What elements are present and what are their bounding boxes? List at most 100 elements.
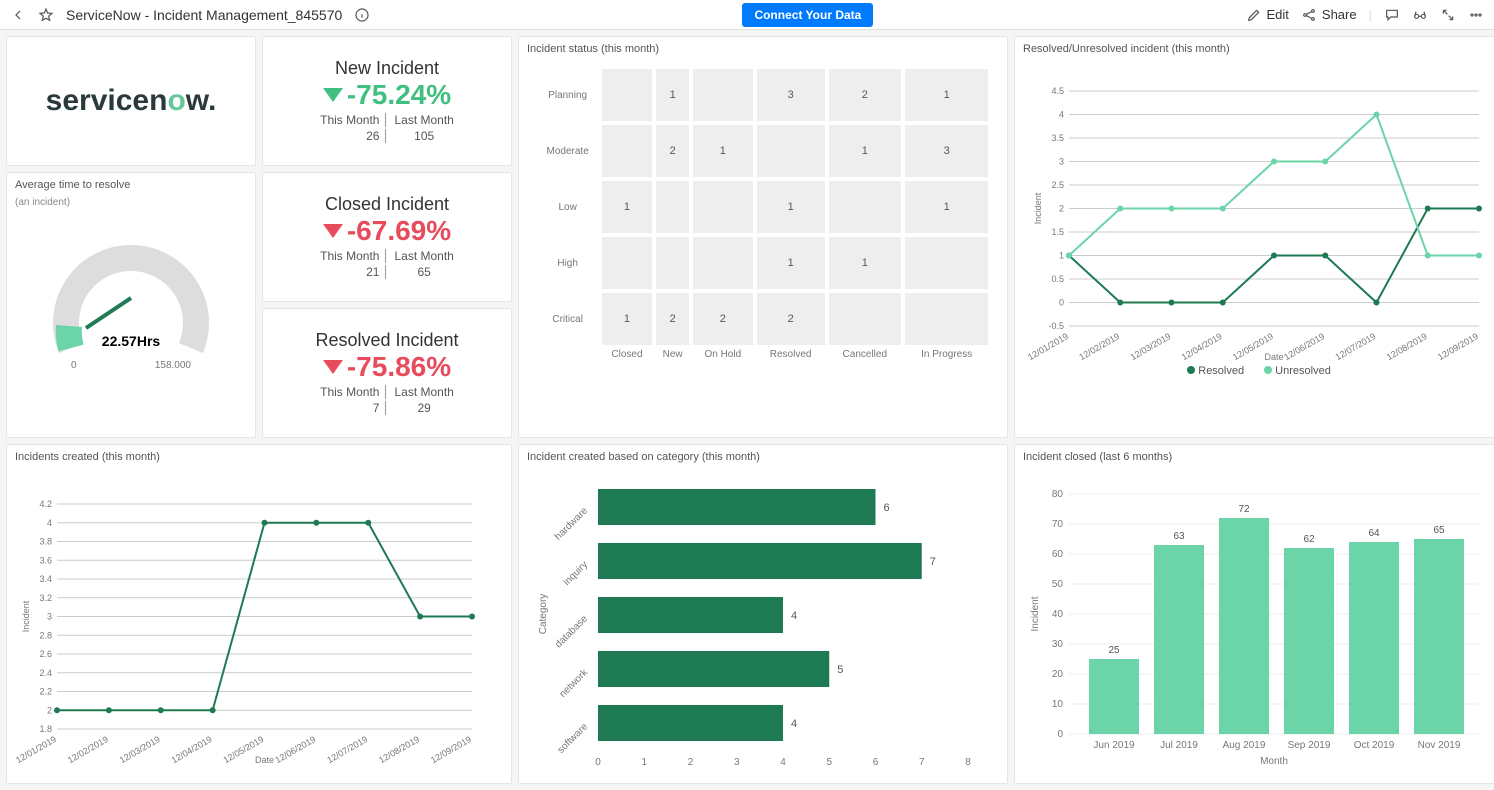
svg-text:7: 7 xyxy=(919,757,925,768)
more-button[interactable] xyxy=(1468,7,1484,23)
svg-text:5: 5 xyxy=(837,664,843,676)
svg-text:12/01/2019: 12/01/2019 xyxy=(1026,331,1070,361)
svg-text:Date: Date xyxy=(1264,352,1283,361)
svg-text:50: 50 xyxy=(1052,579,1064,590)
category-bar-card[interactable]: Incident created based on category (this… xyxy=(518,444,1008,784)
star-button[interactable] xyxy=(38,7,54,23)
svg-text:12/04/2019: 12/04/2019 xyxy=(170,734,214,765)
card-title: Incident created based on category (this… xyxy=(519,445,1007,469)
svg-text:22.57Hrs: 22.57Hrs xyxy=(102,333,161,349)
svg-text:software: software xyxy=(556,721,591,756)
svg-text:Aug 2019: Aug 2019 xyxy=(1223,740,1266,751)
svg-text:3.2: 3.2 xyxy=(39,593,52,603)
svg-text:Jun 2019: Jun 2019 xyxy=(1093,740,1135,751)
card-subtitle: (an incident) xyxy=(7,197,255,208)
svg-text:1: 1 xyxy=(1059,251,1064,261)
svg-text:12/08/2019: 12/08/2019 xyxy=(1385,331,1429,361)
svg-text:5: 5 xyxy=(826,757,832,768)
comment-button[interactable] xyxy=(1384,7,1400,23)
svg-text:-0.5: -0.5 xyxy=(1048,321,1064,331)
svg-text:0: 0 xyxy=(1057,729,1063,740)
svg-text:Sep 2019: Sep 2019 xyxy=(1288,740,1331,751)
closed-bar-card[interactable]: Incident closed (last 6 months) 01020304… xyxy=(1014,444,1494,784)
card-title: Average time to resolve xyxy=(7,173,255,197)
kpi-label: New Incident xyxy=(335,58,439,79)
svg-text:4: 4 xyxy=(791,610,797,622)
svg-text:64: 64 xyxy=(1368,528,1380,539)
svg-text:80: 80 xyxy=(1052,489,1064,500)
svg-text:10: 10 xyxy=(1052,699,1064,710)
svg-text:Month: Month xyxy=(1260,756,1288,767)
svg-text:40: 40 xyxy=(1052,609,1064,620)
svg-text:1: 1 xyxy=(641,757,647,768)
card-title: Incident status (this month) xyxy=(519,37,1007,61)
legend: Resolved Unresolved xyxy=(1015,361,1494,377)
svg-text:4: 4 xyxy=(780,757,786,768)
svg-text:Jul 2019: Jul 2019 xyxy=(1160,740,1198,751)
share-label: Share xyxy=(1322,7,1357,22)
svg-text:70: 70 xyxy=(1052,519,1064,530)
kpi-value: -75.24% xyxy=(323,79,451,111)
svg-text:Date: Date xyxy=(255,755,274,765)
kpi-subtable: This MonthLast Month26105 xyxy=(312,111,462,145)
svg-text:3.4: 3.4 xyxy=(39,574,52,584)
svg-text:3.8: 3.8 xyxy=(39,537,52,547)
heatmap-card[interactable]: Incident status (this month) Planning132… xyxy=(518,36,1008,438)
svg-text:2.4: 2.4 xyxy=(39,668,52,678)
kpi-new-incident[interactable]: New Incident -75.24% This MonthLast Mont… xyxy=(262,36,512,166)
kpi-closed-incident[interactable]: Closed Incident -67.69% This MonthLast M… xyxy=(262,172,512,302)
arrow-left-icon xyxy=(10,7,26,23)
edit-button[interactable]: Edit xyxy=(1246,7,1289,23)
svg-text:inquiry: inquiry xyxy=(562,559,591,588)
svg-text:12/09/2019: 12/09/2019 xyxy=(429,734,473,765)
heatmap-table: Planning1321Moderate2113Low111High11Crit… xyxy=(534,65,993,364)
created-line-card[interactable]: Incidents created (this month) 1.822.22.… xyxy=(6,444,512,784)
svg-text:12/07/2019: 12/07/2019 xyxy=(1333,331,1377,361)
gauge-card[interactable]: Average time to resolve (an incident) 22… xyxy=(6,172,256,438)
svg-text:Oct 2019: Oct 2019 xyxy=(1354,740,1395,751)
svg-text:2: 2 xyxy=(47,705,52,715)
dots-icon xyxy=(1468,7,1484,23)
star-icon xyxy=(38,7,54,23)
svg-text:12/02/2019: 12/02/2019 xyxy=(1077,331,1121,361)
svg-text:6: 6 xyxy=(884,502,890,514)
svg-text:2.2: 2.2 xyxy=(39,687,52,697)
back-button[interactable] xyxy=(10,7,26,23)
svg-text:12/04/2019: 12/04/2019 xyxy=(1180,331,1224,361)
kpi-label: Resolved Incident xyxy=(315,330,458,351)
info-icon[interactable] xyxy=(354,7,370,23)
svg-text:8: 8 xyxy=(965,757,971,768)
svg-text:1.8: 1.8 xyxy=(39,724,52,734)
line-chart: 1.822.22.42.62.833.23.43.63.844.212/01/2… xyxy=(7,469,497,769)
svg-text:65: 65 xyxy=(1433,525,1445,536)
servicenow-logo: servicenow. xyxy=(46,84,217,118)
svg-text:Category: Category xyxy=(538,594,549,635)
svg-text:4: 4 xyxy=(1059,110,1064,120)
kpi-resolved-incident[interactable]: Resolved Incident -75.86% This MonthLast… xyxy=(262,308,512,438)
svg-text:0: 0 xyxy=(1059,298,1064,308)
svg-text:30: 30 xyxy=(1052,639,1064,650)
comment-icon xyxy=(1384,7,1400,23)
kpi-value: -75.86% xyxy=(323,351,451,383)
triangle-down-icon xyxy=(323,224,343,238)
svg-text:Incident: Incident xyxy=(1033,192,1043,224)
svg-text:4: 4 xyxy=(791,718,797,730)
edit-label: Edit xyxy=(1267,7,1289,22)
card-title: Incident closed (last 6 months) xyxy=(1015,445,1494,469)
resolved-line-card[interactable]: Resolved/Unresolved incident (this month… xyxy=(1014,36,1494,438)
svg-text:3.5: 3.5 xyxy=(1051,133,1064,143)
svg-text:2.6: 2.6 xyxy=(39,649,52,659)
svg-text:62: 62 xyxy=(1303,534,1315,545)
svg-text:12/03/2019: 12/03/2019 xyxy=(118,734,162,765)
svg-text:12/02/2019: 12/02/2019 xyxy=(66,734,110,765)
expand-button[interactable] xyxy=(1440,7,1456,23)
expand-icon xyxy=(1440,7,1456,23)
glasses-button[interactable] xyxy=(1412,7,1428,23)
kpi-label: Closed Incident xyxy=(325,194,449,215)
card-title: Resolved/Unresolved incident (this month… xyxy=(1015,37,1494,61)
svg-text:7: 7 xyxy=(930,556,936,568)
svg-text:2.5: 2.5 xyxy=(1051,180,1064,190)
logo-card: servicenow. xyxy=(6,36,256,166)
share-button[interactable]: Share xyxy=(1301,7,1357,23)
connect-data-button[interactable]: Connect Your Data xyxy=(742,3,873,27)
